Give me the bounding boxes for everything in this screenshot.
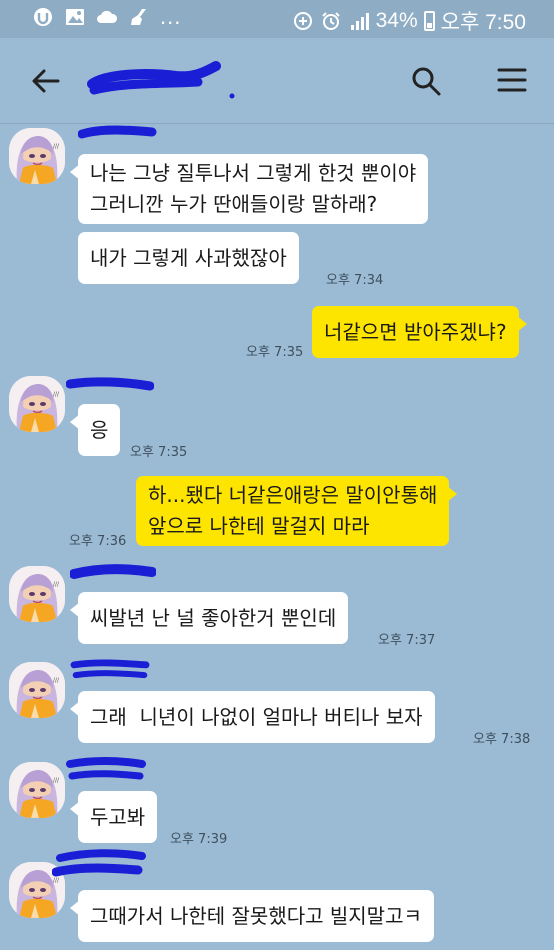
message-bubble-incoming[interactable]: 그때가서 나한테 잘못했다고 빌지말고ㅋ xyxy=(70,890,434,942)
message-time: 오후 7:35 xyxy=(246,345,304,360)
message-time: 오후 7:34 xyxy=(326,273,384,288)
avatar[interactable] xyxy=(9,566,65,622)
message-bubble-incoming[interactable]: 씨발년 난 널 좋아한거 뿐인데 xyxy=(69,592,349,644)
message-bubble-outgoing[interactable]: 너같으면 받아주겠냐? xyxy=(312,306,527,358)
message-time: 오후 7:38 xyxy=(473,732,531,747)
sender-name-redacted xyxy=(66,757,146,780)
battery-percent: 34% xyxy=(375,9,418,32)
message-bubble-incoming[interactable]: 응 xyxy=(69,404,121,456)
chat-header xyxy=(0,38,554,124)
status-left-icons: ... xyxy=(32,4,182,29)
status-right-icons: 34% 오후 7:50 xyxy=(292,6,526,36)
cleaner-icon xyxy=(131,9,146,25)
more-notifications: ... xyxy=(160,4,182,29)
sender-name-redacted xyxy=(70,564,156,579)
data-saver-icon xyxy=(293,12,312,30)
avatar[interactable] xyxy=(9,762,65,818)
sender-name-redacted xyxy=(78,125,157,139)
sender-name-redacted xyxy=(66,377,154,391)
message-time: 오후 7:39 xyxy=(170,832,228,847)
message-bubble-outgoing[interactable]: 하...됐다 너같은애랑은 말이안통해 앞으로 나한테 말걸지 마라 xyxy=(136,476,458,546)
message-time: 오후 7:36 xyxy=(69,534,127,549)
status-bar: ... 34% 오후 7:50 xyxy=(0,0,554,38)
signal-icon xyxy=(350,13,369,30)
message-bubble-incoming[interactable]: 두고봐 xyxy=(69,791,158,843)
message-time: 오후 7:35 xyxy=(130,445,188,460)
chat-title-redacted xyxy=(87,61,235,99)
sender-name-redacted xyxy=(70,659,150,679)
alarm-icon xyxy=(321,12,340,30)
sender-name-redacted xyxy=(52,849,146,877)
status-time: 오후 7:50 xyxy=(440,11,526,34)
avatar[interactable] xyxy=(9,128,65,184)
message-time: 오후 7:37 xyxy=(378,633,436,648)
avatar[interactable] xyxy=(9,376,65,432)
message-bubble-incoming[interactable]: 그래 니년이 나없이 얼마나 버티나 보자 xyxy=(70,691,435,743)
avatar[interactable] xyxy=(9,662,65,718)
message-bubble-incoming[interactable]: 내가 그렇게 사과했잖아 xyxy=(78,232,299,284)
search-icon[interactable] xyxy=(410,65,442,97)
message-bubble-incoming[interactable]: 나는 그냥 질투나서 그렇게 한것 뿐이야 그러니깐 누가 딴애들이랑 말하래? xyxy=(69,154,429,224)
image-icon xyxy=(66,9,84,25)
hamburger-menu-icon[interactable] xyxy=(496,66,528,94)
arrow-left-icon[interactable] xyxy=(30,66,62,96)
cloud-icon xyxy=(97,10,118,23)
battery-icon xyxy=(423,11,435,31)
app-notification-icon xyxy=(34,8,52,26)
